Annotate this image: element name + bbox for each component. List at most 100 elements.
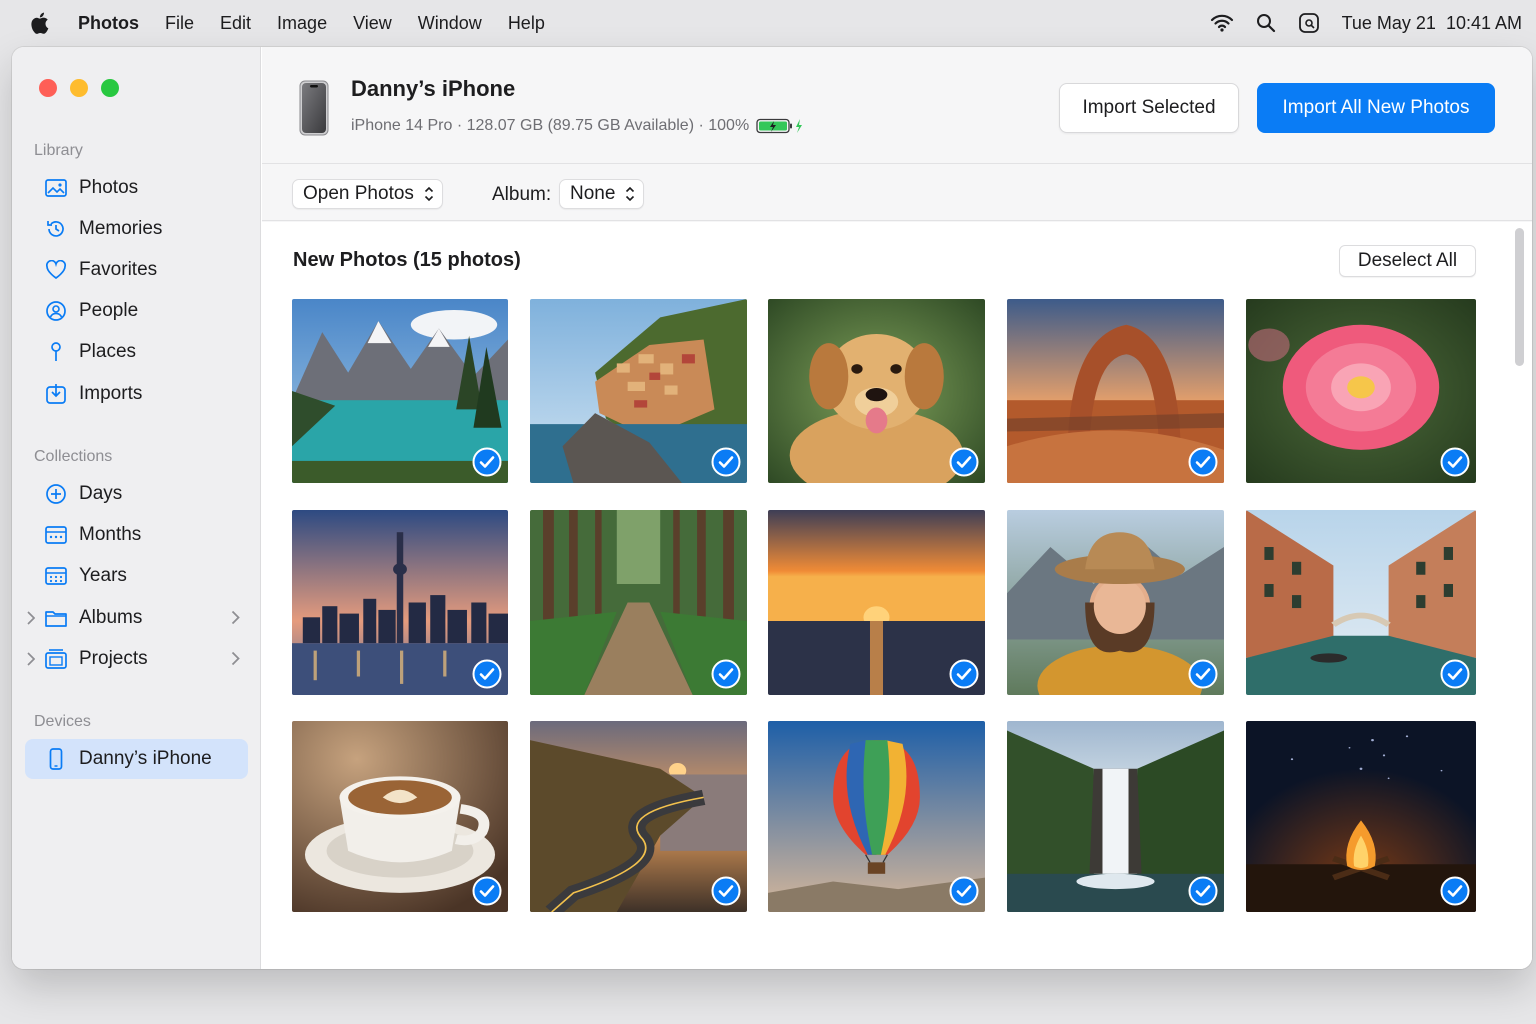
selected-checkmark-icon[interactable] bbox=[1440, 447, 1470, 477]
library-section-title: Library bbox=[34, 142, 83, 159]
sidebar-item-favorites[interactable]: Favorites bbox=[25, 250, 248, 290]
sidebar-item-months[interactable]: Months bbox=[25, 515, 248, 555]
disclosure-triangle-icon[interactable] bbox=[27, 652, 35, 666]
photo-thumbnail[interactable] bbox=[768, 721, 985, 912]
sidebar-item-dannys-iphone[interactable]: Danny’s iPhone bbox=[25, 739, 248, 779]
heart-icon bbox=[44, 258, 68, 282]
import-selected-button[interactable]: Import Selected bbox=[1059, 83, 1239, 133]
photo-thumbnail[interactable] bbox=[1007, 721, 1224, 912]
photo-thumbnail[interactable] bbox=[292, 299, 508, 483]
sidebar-item-projects[interactable]: Projects bbox=[25, 639, 248, 679]
photo-thumbnail[interactable] bbox=[768, 510, 985, 695]
gallery-title: New Photos (15 photos) bbox=[293, 249, 521, 271]
import-pane: Danny’s iPhone iPhone 14 Pro · 128.07 GB… bbox=[262, 47, 1532, 969]
selected-checkmark-icon[interactable] bbox=[1188, 876, 1218, 906]
sidebar-item-label: Imports bbox=[79, 383, 143, 404]
sidebar-item-label: Memories bbox=[79, 218, 163, 239]
wifi-icon[interactable] bbox=[1210, 13, 1234, 33]
sidebar-item-label: Places bbox=[79, 341, 137, 362]
sidebar-item-places[interactable]: Places bbox=[25, 332, 248, 372]
device-info: iPhone 14 Pro · 128.07 GB (89.75 GB Avai… bbox=[351, 117, 806, 135]
selected-checkmark-icon[interactable] bbox=[949, 447, 979, 477]
device-storage-info: iPhone 14 Pro · 128.07 GB (89.75 GB Avai… bbox=[351, 117, 750, 134]
album-value: None bbox=[570, 183, 616, 204]
projects-icon bbox=[44, 647, 68, 671]
memories-icon bbox=[44, 217, 68, 241]
sidebar-item-label: People bbox=[79, 300, 139, 321]
device-name: Danny’s iPhone bbox=[351, 76, 516, 101]
album-select[interactable]: None bbox=[559, 179, 645, 209]
sidebar-item-imports[interactable]: Imports bbox=[25, 374, 248, 414]
control-center-icon[interactable] bbox=[1298, 12, 1320, 34]
minimize-window-button[interactable] bbox=[70, 79, 88, 97]
menu-edit[interactable]: Edit bbox=[220, 13, 251, 34]
iphone-icon bbox=[44, 747, 68, 771]
folder-icon bbox=[44, 606, 68, 630]
vertical-scrollbar[interactable] bbox=[1515, 228, 1524, 366]
close-window-button[interactable] bbox=[39, 79, 57, 97]
photos-import-window: Library Photos Memories Favorites People… bbox=[12, 47, 1532, 969]
photo-grid-area: New Photos (15 photos) Deselect All bbox=[262, 222, 1532, 969]
selected-checkmark-icon[interactable] bbox=[949, 659, 979, 689]
calendar-icon bbox=[44, 564, 68, 588]
sidebar-item-days[interactable]: Days bbox=[25, 474, 248, 514]
menu-image[interactable]: Image bbox=[277, 13, 327, 34]
open-in-app-value: Open Photos bbox=[303, 183, 414, 204]
photo-thumbnail[interactable] bbox=[768, 299, 985, 483]
selected-checkmark-icon[interactable] bbox=[949, 876, 979, 906]
photo-thumbnail[interactable] bbox=[292, 510, 508, 695]
selected-checkmark-icon[interactable] bbox=[711, 659, 741, 689]
selected-checkmark-icon[interactable] bbox=[1440, 659, 1470, 689]
deselect-all-button[interactable]: Deselect All bbox=[1339, 245, 1476, 277]
zoom-window-button[interactable] bbox=[101, 79, 119, 97]
menu-file[interactable]: File bbox=[165, 13, 194, 34]
iphone-device-icon bbox=[299, 80, 329, 136]
import-all-new-photos-button[interactable]: Import All New Photos bbox=[1257, 83, 1495, 133]
sidebar-item-albums[interactable]: Albums bbox=[25, 598, 248, 638]
menubar-clock[interactable]: Tue May 21 10:41 AM bbox=[1342, 13, 1522, 34]
selected-checkmark-icon[interactable] bbox=[1188, 447, 1218, 477]
menu-app-name[interactable]: Photos bbox=[78, 13, 139, 34]
menu-window[interactable]: Window bbox=[418, 13, 482, 34]
menu-view[interactable]: View bbox=[353, 13, 392, 34]
collections-section-title: Collections bbox=[34, 448, 113, 465]
disclosure-triangle-icon[interactable] bbox=[27, 611, 35, 625]
sidebar-item-photos[interactable]: Photos bbox=[25, 168, 248, 208]
photo-thumbnail[interactable] bbox=[1007, 510, 1224, 695]
sidebar-item-people[interactable]: People bbox=[25, 291, 248, 331]
updown-chevron-icon bbox=[626, 186, 635, 202]
photo-thumbnail[interactable] bbox=[1246, 510, 1476, 695]
selected-checkmark-icon[interactable] bbox=[472, 447, 502, 477]
days-icon bbox=[44, 482, 68, 506]
device-header: Danny’s iPhone iPhone 14 Pro · 128.07 GB… bbox=[262, 47, 1532, 164]
photo-thumbnail[interactable] bbox=[1246, 299, 1476, 483]
calendar-icon bbox=[44, 523, 68, 547]
photo-thumbnail[interactable] bbox=[292, 721, 508, 912]
photo-thumbnail[interactable] bbox=[1246, 721, 1476, 912]
photos-icon bbox=[44, 176, 68, 200]
photo-thumbnail[interactable] bbox=[1007, 299, 1224, 483]
selected-checkmark-icon[interactable] bbox=[711, 876, 741, 906]
selected-checkmark-icon[interactable] bbox=[1440, 876, 1470, 906]
pin-icon bbox=[44, 340, 68, 364]
open-in-app-select[interactable]: Open Photos bbox=[292, 179, 443, 209]
sidebar-item-years[interactable]: Years bbox=[25, 556, 248, 596]
sidebar: Library Photos Memories Favorites People… bbox=[12, 47, 261, 969]
selected-checkmark-icon[interactable] bbox=[1188, 659, 1218, 689]
selected-checkmark-icon[interactable] bbox=[472, 659, 502, 689]
chevron-right-icon bbox=[231, 651, 240, 666]
sidebar-item-memories[interactable]: Memories bbox=[25, 209, 248, 249]
sidebar-item-label: Years bbox=[79, 565, 127, 586]
updown-chevron-icon bbox=[424, 186, 433, 202]
photo-thumbnail[interactable] bbox=[530, 510, 747, 695]
apple-menu-icon[interactable] bbox=[30, 11, 52, 35]
sidebar-item-label: Favorites bbox=[79, 259, 158, 280]
selected-checkmark-icon[interactable] bbox=[472, 876, 502, 906]
spotlight-search-icon[interactable] bbox=[1256, 13, 1276, 33]
album-label: Album: bbox=[492, 184, 552, 205]
photo-thumbnail[interactable] bbox=[530, 721, 747, 912]
photo-thumbnail[interactable] bbox=[530, 299, 747, 483]
import-icon bbox=[44, 382, 68, 406]
menu-help[interactable]: Help bbox=[508, 13, 545, 34]
selected-checkmark-icon[interactable] bbox=[711, 447, 741, 477]
